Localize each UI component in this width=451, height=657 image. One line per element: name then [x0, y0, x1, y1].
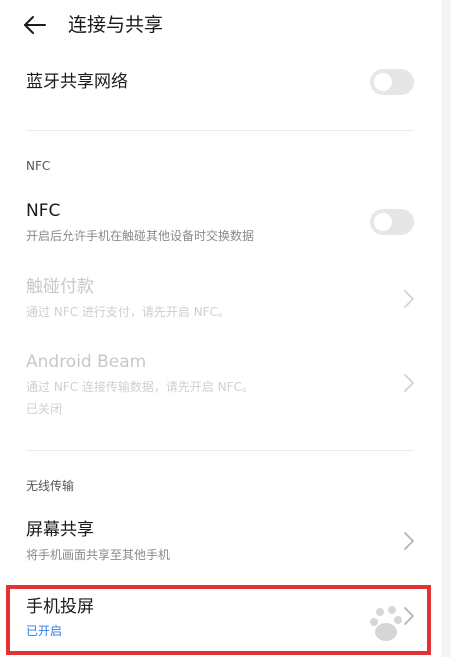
android-beam-title: Android Beam [26, 352, 147, 372]
tap-pay-row[interactable]: 触碰付款 通过 NFC 进行支付，请先开启 NFC。 [0, 270, 441, 330]
section-divider [26, 450, 414, 451]
toggle-knob [374, 73, 392, 91]
nfc-subtitle: 开启后允许手机在触碰其他设备时交换数据 [26, 229, 255, 243]
android-beam-subtitle: 通过 NFC 连接传输数据，请先开启 NFC。 [26, 380, 254, 394]
toggle-knob [374, 213, 392, 231]
tap-pay-subtitle: 通过 NFC 进行支付，请先开启 NFC。 [26, 305, 230, 319]
section-label-wireless: 无线传输 [26, 479, 75, 493]
arrow-left-icon[interactable] [22, 12, 48, 38]
section-label-nfc: NFC [26, 159, 51, 173]
top-app-bar: 连接与共享 [0, 0, 441, 52]
section-divider [26, 130, 414, 131]
screen-share-title: 屏幕共享 [26, 520, 94, 540]
bluetooth-tethering-toggle[interactable] [370, 69, 414, 95]
chevron-right-icon [404, 532, 414, 550]
nfc-toggle[interactable] [370, 209, 414, 235]
chevron-right-icon [404, 290, 414, 308]
tap-pay-title: 触碰付款 [26, 277, 94, 297]
android-beam-status: 已关闭 [26, 402, 63, 416]
baidu-watermark-logo [370, 606, 402, 641]
screen-share-row[interactable]: 屏幕共享 将手机画面共享至其他手机 [0, 514, 441, 572]
bluetooth-tethering-row[interactable]: 蓝牙共享网络 [0, 58, 441, 108]
screen-share-subtitle: 将手机画面共享至其他手机 [26, 548, 171, 562]
right-edge-strip [441, 0, 451, 657]
nfc-row[interactable]: NFC 开启后允许手机在触碰其他设备时交换数据 [0, 192, 441, 254]
page-title: 连接与共享 [68, 14, 164, 36]
chevron-right-icon [404, 374, 414, 392]
nfc-title: NFC [26, 201, 61, 221]
android-beam-row[interactable]: Android Beam 通过 NFC 连接传输数据，请先开启 NFC。 已关闭 [0, 346, 441, 424]
bluetooth-tethering-title: 蓝牙共享网络 [26, 72, 128, 92]
